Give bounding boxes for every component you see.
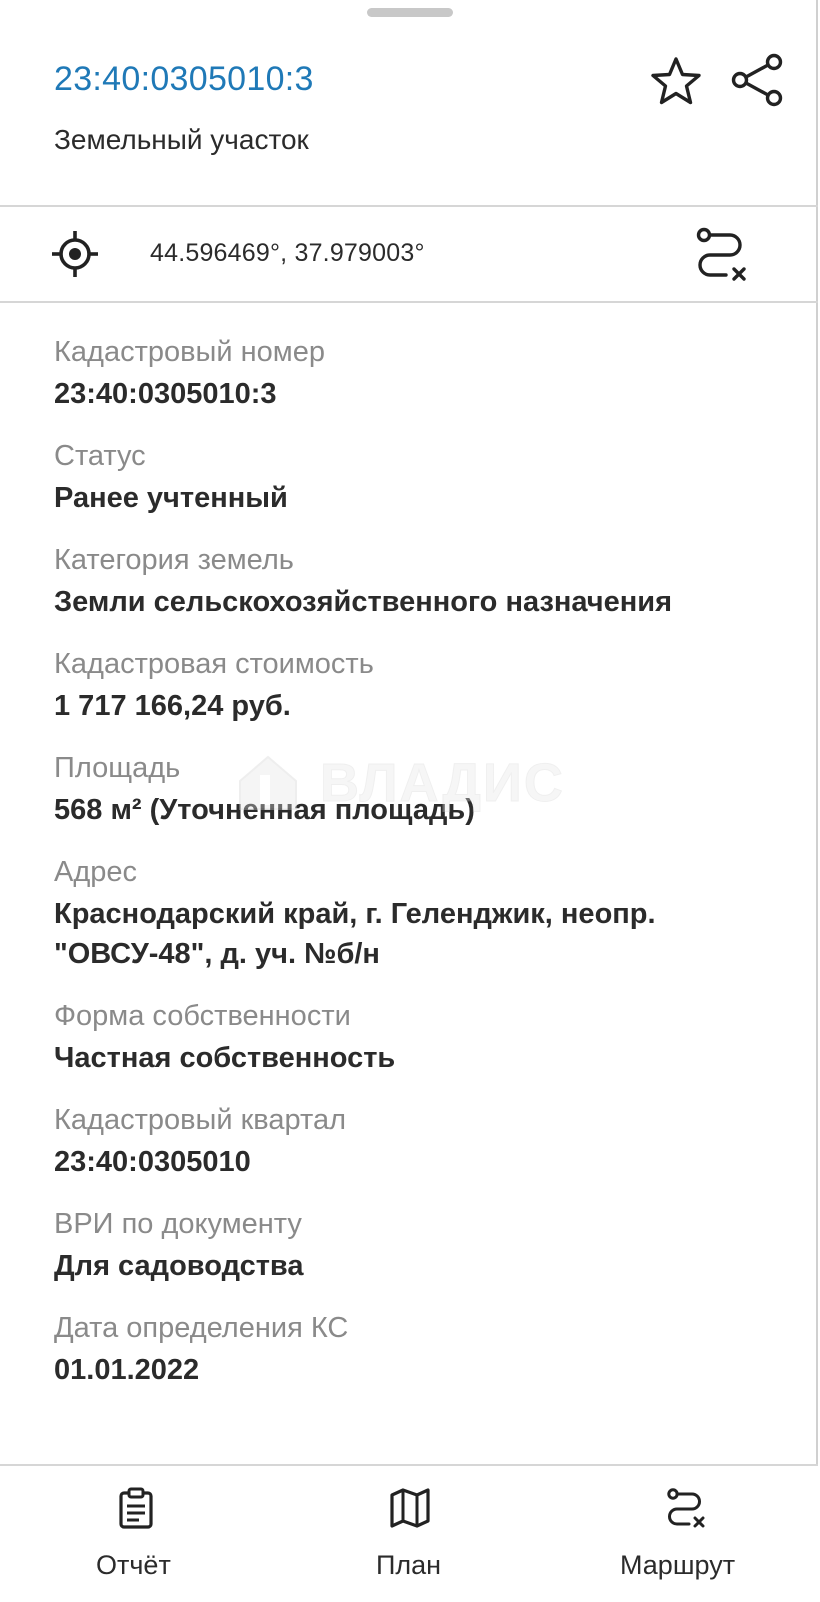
coordinates-text[interactable]: 44.596469°, 37.979003° — [150, 239, 425, 268]
tab-route[interactable]: Маршрут — [610, 1466, 760, 1602]
info-sheet: 23:40:0305010:3 Земельный участок 44.596… — [0, 0, 818, 1602]
field-value: Для садоводства — [54, 1250, 304, 1282]
field-value: Ранее учтенный — [54, 482, 288, 514]
route-icon[interactable] — [692, 225, 752, 285]
tab-plan[interactable]: План — [360, 1466, 460, 1602]
field-valuation-date: Дата определения КС 01.01.2022 — [54, 1310, 794, 1390]
field-cadastral-value: Кадастровая стоимость 1 717 166,24 руб. — [54, 646, 794, 726]
field-label: ВРИ по документу — [54, 1208, 302, 1240]
field-status: Статус Ранее учтенный — [54, 438, 794, 518]
field-permitted-use: ВРИ по документу Для садоводства — [54, 1206, 794, 1286]
clipboard-icon — [119, 1487, 153, 1529]
field-value[interactable]: 23:40:0305010 — [54, 1142, 794, 1182]
field-value: 01.01.2022 — [54, 1354, 200, 1386]
field-label: Дата определения КС — [54, 1312, 349, 1344]
field-address: Адрес Краснодарский край, г. Геленджик, … — [54, 854, 794, 974]
field-label: Статус — [54, 440, 146, 472]
watermark-logo-icon — [239, 755, 297, 810]
field-value: Частная собственность — [54, 1042, 396, 1074]
watermark-text: ВЛАДИС — [320, 753, 565, 814]
field-label: Кадастровый квартал — [54, 1104, 347, 1136]
object-type-label: Земельный участок — [54, 124, 309, 155]
coordinates-row: 44.596469°, 37.979003° — [0, 207, 818, 301]
field-value: Краснодарский край, г. Геленджик, неопр.… — [54, 898, 656, 970]
field-cadastral-number: Кадастровый номер 23:40:0305010:3 — [54, 334, 794, 414]
field-label: Кадастровый номер — [54, 336, 325, 368]
tab-report[interactable]: Отчёт — [80, 1466, 192, 1602]
route-icon — [667, 1488, 705, 1528]
map-icon — [390, 1488, 430, 1528]
field-land-category: Категория земель Земли сельскохозяйствен… — [54, 542, 794, 622]
share-icon[interactable] — [730, 52, 786, 108]
field-value: Земли сельскохозяйственного назначения — [54, 586, 673, 618]
divider — [0, 301, 818, 303]
field-value[interactable]: 23:40:0305010:3 — [54, 374, 794, 414]
watermark: ВЛАДИС — [236, 752, 565, 814]
header: 23:40:0305010:3 Земельный участок — [0, 0, 818, 206]
field-label: Категория земель — [54, 544, 294, 576]
field-label: Адрес — [54, 856, 138, 888]
field-cadastral-quarter: Кадастровый квартал 23:40:0305010 — [54, 1102, 794, 1182]
tab-report-label: Отчёт — [96, 1550, 171, 1580]
property-fields: Кадастровый номер 23:40:0305010:3 Статус… — [54, 334, 794, 1414]
field-value: 1 717 166,24 руб. — [54, 690, 291, 722]
star-icon[interactable] — [648, 54, 704, 110]
field-label: Кадастровая стоимость — [54, 648, 374, 680]
cadastral-number-title[interactable]: 23:40:0305010:3 — [54, 60, 314, 99]
bottom-tab-bar: Отчёт План Маршрут — [0, 1464, 818, 1602]
field-ownership: Форма собственности Частная собственност… — [54, 998, 794, 1078]
crosshair-icon[interactable] — [50, 229, 100, 279]
field-label: Форма собственности — [54, 1000, 351, 1032]
tab-plan-label: План — [376, 1550, 442, 1580]
tab-route-label: Маршрут — [620, 1550, 736, 1580]
